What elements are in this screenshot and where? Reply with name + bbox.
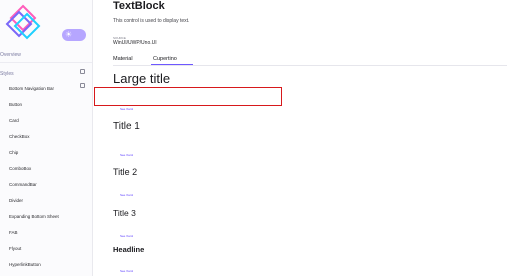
tabs-divider bbox=[113, 65, 507, 66]
theme-toggle[interactable]: ☀ bbox=[62, 29, 86, 41]
sidebar-item-divider[interactable]: Divider bbox=[9, 198, 23, 203]
sample-title-2: Title 2 bbox=[113, 167, 138, 177]
sidebar-item-hyperlinkbutton[interactable]: HyperlinkButton bbox=[9, 262, 41, 267]
sidebar-item-card[interactable]: Card bbox=[9, 118, 19, 123]
see-xaml-link[interactable]: See Xaml bbox=[120, 193, 133, 197]
app-window: ☀ Overview Styles Bottom Navigation Bar … bbox=[0, 0, 507, 276]
selection-highlight bbox=[94, 87, 282, 106]
sidebar: ☀ Overview Styles Bottom Navigation Bar … bbox=[0, 0, 93, 276]
sun-icon: ☀ bbox=[65, 30, 73, 39]
sidebar-item-button[interactable]: Button bbox=[9, 102, 22, 107]
sidebar-item-commandbar[interactable]: CommandBar bbox=[9, 182, 37, 187]
tab-material[interactable]: Material bbox=[113, 56, 133, 62]
sample-large-title: Large title bbox=[113, 71, 171, 86]
sidebar-item-combobox[interactable]: ComboBox bbox=[9, 166, 31, 171]
page-title: TextBlock bbox=[113, 0, 165, 12]
sidebar-item-fab[interactable]: FAB bbox=[9, 230, 18, 235]
sidebar-item-flyout[interactable]: Flyout bbox=[9, 246, 21, 251]
uno-logo-icon bbox=[5, 4, 41, 40]
sidebar-item-checkbox[interactable]: CheckBox bbox=[9, 134, 30, 139]
tab-selected-indicator bbox=[151, 64, 193, 65]
sidebar-item-overview[interactable]: Overview bbox=[0, 52, 21, 58]
sidebar-item-styles[interactable]: Styles bbox=[0, 71, 14, 77]
see-xaml-link[interactable]: See Xaml bbox=[120, 107, 133, 111]
see-xaml-link[interactable]: See Xaml bbox=[120, 153, 133, 157]
document-icon bbox=[80, 69, 85, 74]
page-description: This control is used to display text. bbox=[113, 18, 190, 24]
sidebar-item-expanding-bottom-sheet[interactable]: Expanding Bottom Sheet bbox=[9, 214, 59, 219]
sidebar-item-chip[interactable]: Chip bbox=[9, 150, 18, 155]
sample-title-3: Title 3 bbox=[113, 208, 136, 218]
source-value: WinUI/UWP/Uno.UI bbox=[113, 40, 157, 46]
see-xaml-link[interactable]: See Xaml bbox=[120, 234, 133, 238]
document-icon bbox=[80, 83, 85, 88]
tab-cupertino[interactable]: Cupertino bbox=[153, 56, 177, 62]
divider bbox=[0, 62, 92, 63]
sample-headline: Headline bbox=[113, 245, 145, 254]
main-content: TextBlock This control is used to displa… bbox=[94, 0, 507, 276]
sample-title-1: Title 1 bbox=[113, 121, 140, 132]
see-xaml-link[interactable]: See Xaml bbox=[120, 269, 133, 273]
sidebar-item-bottom-navigation-bar[interactable]: Bottom Navigation Bar bbox=[9, 86, 54, 91]
